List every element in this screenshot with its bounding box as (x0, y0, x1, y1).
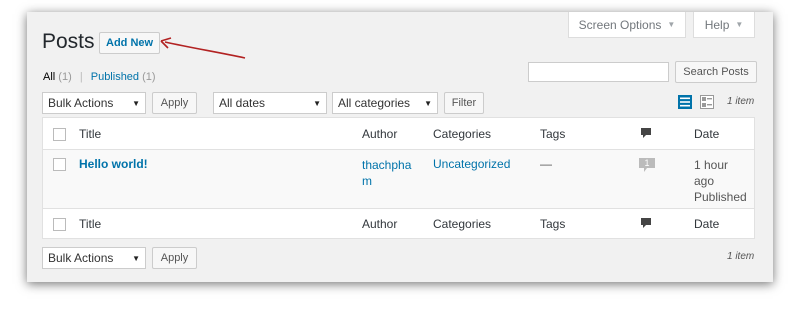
view-published-count: (1) (142, 71, 156, 83)
bulk-actions-select-bottom[interactable]: Bulk Actions ▼ (42, 247, 146, 269)
column-categories: Categories (433, 127, 492, 141)
column-title[interactable]: Title (79, 127, 101, 141)
annotation-arrow-icon (160, 37, 246, 59)
caret-down-icon: ▼ (313, 98, 321, 108)
comment-count-bubble[interactable]: 1 (638, 157, 656, 174)
post-date-line2: ago (694, 174, 715, 188)
caret-down-icon: ▼ (132, 253, 140, 263)
excerpt-view-icon[interactable] (700, 95, 714, 109)
screen-options-label: Screen Options (578, 17, 662, 32)
filter-button[interactable]: Filter (444, 92, 484, 114)
search-posts-button[interactable]: Search Posts (675, 61, 757, 83)
caret-down-icon: ▼ (735, 20, 744, 29)
apply-button-top[interactable]: Apply (152, 92, 197, 114)
post-author-line1: thachpha (362, 158, 412, 172)
column-author: Author (362, 127, 398, 141)
column-title-footer[interactable]: Title (79, 217, 101, 231)
comment-bubble-icon (641, 128, 651, 138)
wp-admin-posts-screen: Screen Options ▼ Help ▼ Posts Add New Al… (27, 12, 773, 282)
comment-bubble-icon (641, 218, 651, 228)
select-all-checkbox[interactable] (53, 128, 66, 141)
list-view-icon[interactable] (678, 95, 692, 109)
categories-filter-select[interactable]: All categories ▼ (332, 92, 438, 114)
post-tags: — (540, 157, 552, 171)
column-author-footer: Author (362, 217, 398, 231)
search-input[interactable] (528, 62, 669, 82)
add-new-button[interactable]: Add New (99, 32, 161, 54)
row-checkbox[interactable] (53, 158, 66, 171)
dates-filter-value: All dates (219, 96, 266, 110)
post-title-link[interactable]: Hello world! (79, 157, 148, 171)
view-all-count: (1) (58, 71, 72, 83)
page-title: Posts (42, 30, 95, 53)
bulk-actions-value-bottom: Bulk Actions (48, 251, 114, 265)
post-status-filter: All (1) | Published (1) (43, 71, 156, 83)
item-count-bottom: 1 item (727, 251, 755, 262)
view-all-link[interactable]: All (43, 71, 55, 83)
column-tags: Tags (540, 127, 566, 141)
item-count-top: 1 item (727, 96, 755, 107)
apply-button-bottom[interactable]: Apply (152, 247, 197, 269)
dates-filter-select[interactable]: All dates ▼ (213, 92, 327, 114)
bulk-actions-select-top[interactable]: Bulk Actions ▼ (42, 92, 146, 114)
view-published-link[interactable]: Published (91, 71, 139, 83)
column-categories-footer: Categories (433, 217, 492, 231)
post-date: 1 hour ago Published (694, 157, 747, 205)
column-tags-footer: Tags (540, 217, 566, 231)
select-all-checkbox-footer[interactable] (53, 218, 66, 231)
table-footer-row: Title Author Categories Tags Date (43, 208, 754, 239)
comment-count: 1 (644, 158, 650, 168)
caret-down-icon: ▼ (132, 98, 140, 108)
table-row: Hello world! thachpha m Uncategorized — … (43, 150, 754, 208)
post-author-line2: m (362, 174, 372, 188)
post-author-link[interactable]: thachpha m (362, 157, 411, 189)
help-label: Help (704, 17, 730, 32)
post-status: Published (694, 190, 747, 204)
caret-down-icon: ▼ (667, 20, 676, 29)
posts-table: Title Author Categories Tags Date Hello … (42, 117, 755, 239)
column-date-footer[interactable]: Date (694, 217, 719, 231)
column-date[interactable]: Date (694, 127, 719, 141)
post-category-link[interactable]: Uncategorized (433, 157, 510, 171)
post-date-line1: 1 hour (694, 158, 729, 172)
caret-down-icon: ▼ (424, 98, 432, 108)
screen-options-tab[interactable]: Screen Options ▼ (568, 12, 686, 38)
bulk-actions-value: Bulk Actions (48, 96, 114, 110)
categories-filter-value: All categories (338, 96, 411, 110)
view-separator: | (79, 71, 83, 83)
table-header-row: Title Author Categories Tags Date (43, 118, 754, 150)
help-tab[interactable]: Help ▼ (693, 12, 755, 38)
